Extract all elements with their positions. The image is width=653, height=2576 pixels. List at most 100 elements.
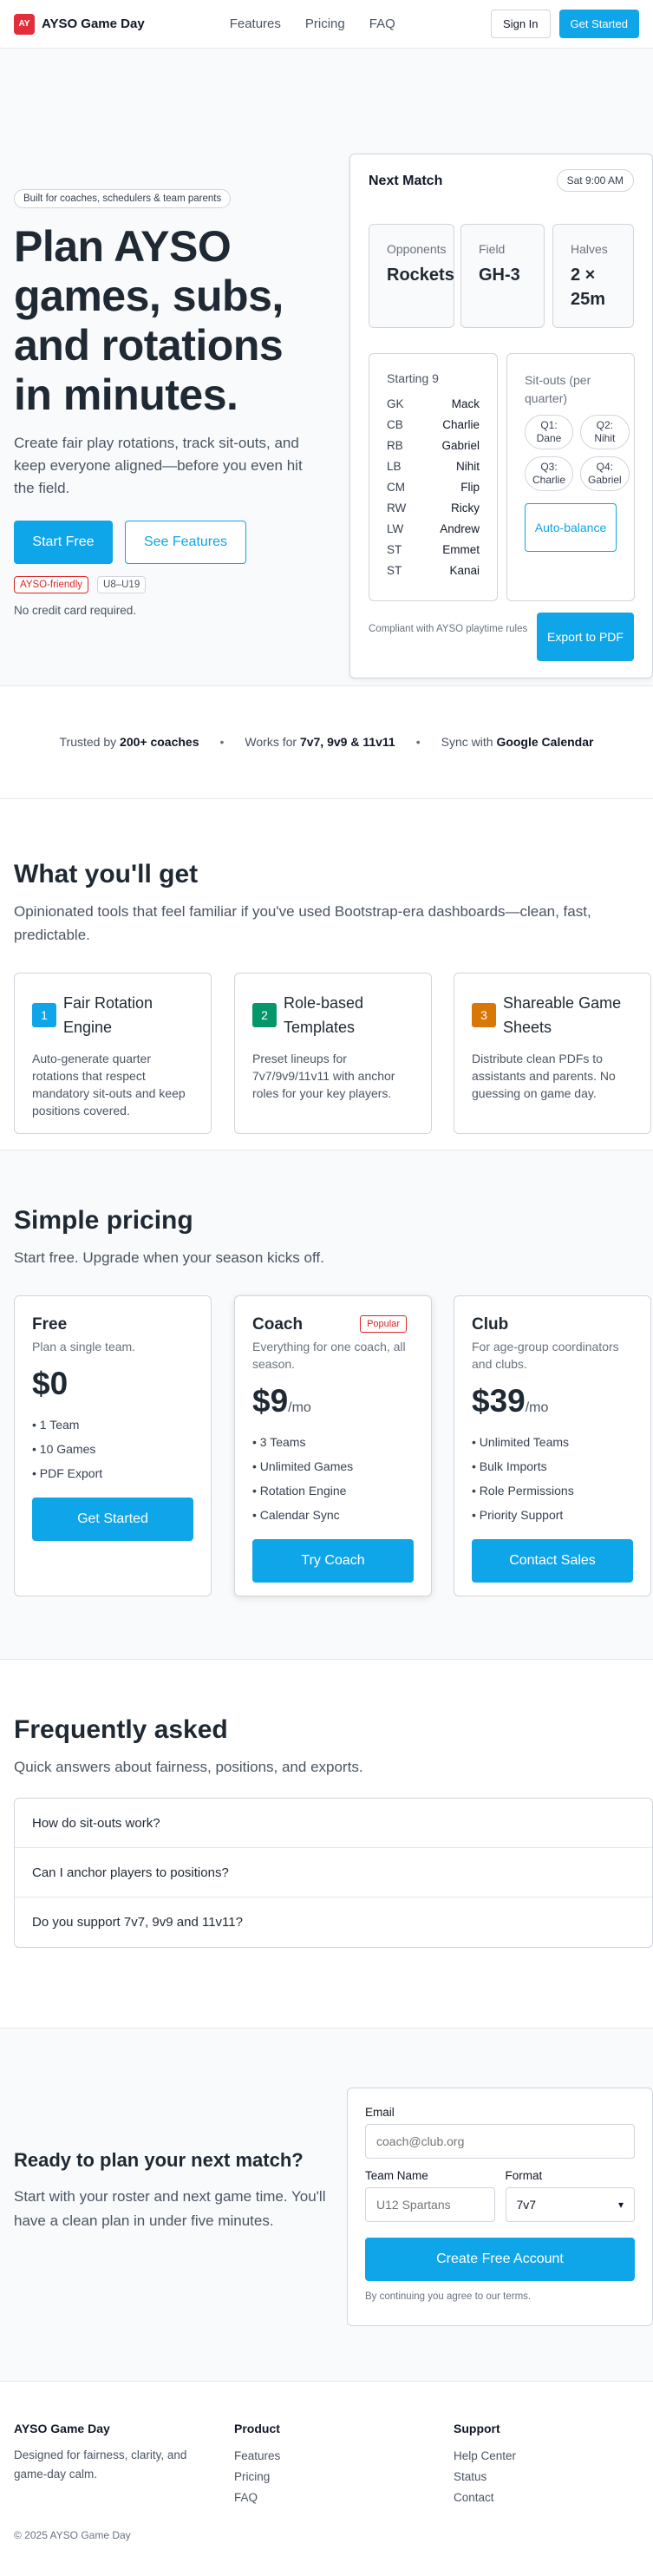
position-label: LW <box>387 522 404 535</box>
nav-link-faq[interactable]: FAQ <box>369 16 395 31</box>
terms-note: By continuing you agree to our terms. <box>365 2291 532 2302</box>
footer-link-status[interactable]: Status <box>454 2467 651 2488</box>
logo-mark-icon: AY <box>14 13 35 35</box>
plan-feature-text: Bulk Imports <box>479 1459 547 1473</box>
stat-label: Field <box>479 242 506 256</box>
auto-balance-button[interactable]: Auto-balance <box>525 503 617 552</box>
email-field[interactable] <box>365 2124 635 2159</box>
plan-description: For age-group coordinators and clubs. <box>472 1340 619 1371</box>
contact-sales-button[interactable]: Contact Sales <box>472 1539 633 1583</box>
plan-name: Club <box>472 1315 509 1334</box>
trust-formats-prefix: Works for <box>245 734 300 749</box>
plan-feature-text: Priority Support <box>479 1508 564 1522</box>
trust-calendar-value: Google Calendar <box>496 734 594 749</box>
hero-buttons: Start Free See Features <box>14 521 326 564</box>
nav-actions: Sign In Get Started <box>491 10 639 38</box>
plan-get-started-button[interactable]: Get Started <box>32 1498 193 1541</box>
faq-section: Frequently asked Quick answers about fai… <box>0 1660 653 2029</box>
feature-card-templates: 2 Role-based Templates Preset lineups fo… <box>234 973 432 1134</box>
footer-support-column: Support Help Center Status Contact <box>454 2422 651 2508</box>
trust-coaches: Trusted by 200+ coaches <box>60 735 199 749</box>
feature-description: Preset lineups for 7v7/9v9/11v11 with an… <box>252 1052 395 1100</box>
sign-in-button[interactable]: Sign In <box>491 10 551 38</box>
plan-features: • Unlimited Teams • Bulk Imports • Role … <box>472 1430 633 1527</box>
footer-brand-column: AYSO Game Day Designed for fairness, cla… <box>14 2422 212 2484</box>
faq-item-anchor-players[interactable]: Can I anchor players to positions? <box>15 1848 652 1898</box>
player-name: Kanai <box>449 564 480 577</box>
position-label: CM <box>387 481 405 494</box>
pricing-subtitle: Start free. Upgrade when your season kic… <box>14 1249 324 1266</box>
hero-title: Plan AYSO games, subs, and rotations in … <box>14 222 284 419</box>
faq-item-sit-outs[interactable]: How do sit-outs work? <box>15 1799 652 1848</box>
signup-subtitle: Start with your roster and next game tim… <box>14 2188 326 2229</box>
get-started-button[interactable]: Get Started <box>558 10 639 38</box>
plan-feature-text: PDF Export <box>39 1466 103 1480</box>
faq-accordion: How do sit-outs work? Can I anchor playe… <box>14 1798 653 1948</box>
player-name: Charlie <box>442 418 480 431</box>
export-pdf-button[interactable]: Export to PDF <box>537 613 634 661</box>
feature-header: 3 Shareable Game Sheets <box>472 991 633 1039</box>
feature-description: Distribute clean PDFs to assistants and … <box>472 1052 616 1100</box>
plan-feature-text: 1 Team <box>39 1418 80 1432</box>
plan-feature-text: 3 Teams <box>259 1435 306 1449</box>
lineup-row: LB Nihit <box>387 456 480 477</box>
feature-card-rotation: 1 Fair Rotation Engine Auto-generate qua… <box>14 973 212 1134</box>
player-name: Ricky <box>451 501 480 515</box>
plan-feature-text: Rotation Engine <box>259 1484 347 1498</box>
plan-feature: • Bulk Imports <box>472 1459 547 1473</box>
lineup-row: CB Charlie <box>387 415 480 436</box>
plan-feature-text: 10 Games <box>39 1442 96 1456</box>
footer-link-help-center[interactable]: Help Center <box>454 2446 651 2467</box>
format-selected-value: 7v7 <box>516 2198 537 2212</box>
start-free-button[interactable]: Start Free <box>14 521 113 564</box>
stat-value: Rockets <box>387 265 454 285</box>
plan-card-club: Club For age-group coordinators and club… <box>454 1295 651 1596</box>
try-coach-button[interactable]: Try Coach <box>252 1539 414 1583</box>
stat-value: GH-3 <box>479 265 520 285</box>
brand-name: AYSO Game Day <box>42 16 145 31</box>
plan-feature: • 10 Games <box>32 1442 96 1456</box>
footer-link-features[interactable]: Features <box>234 2446 432 2467</box>
brand-logo[interactable]: AY AYSO Game Day <box>14 13 145 35</box>
signup-form: Email Team Name Format 7v7 ▾ Create Free… <box>347 2088 653 2326</box>
trust-calendar-prefix: Sync with <box>441 734 497 749</box>
plan-price: $9/mo <box>252 1383 414 1419</box>
position-label: ST <box>387 564 402 577</box>
lineup-row: ST Kanai <box>387 560 480 581</box>
plan-feature: • Role Permissions <box>472 1484 574 1498</box>
footer-link-contact[interactable]: Contact <box>454 2488 651 2508</box>
lineup-row: CM Flip <box>387 477 480 498</box>
stat-label: Opponents <box>387 242 447 256</box>
feature-number-icon: 3 <box>472 1003 496 1027</box>
footer-link-pricing[interactable]: Pricing <box>234 2467 432 2488</box>
plan-price: $0 <box>32 1366 193 1402</box>
features-subtitle: Opinionated tools that feel familiar if … <box>14 903 591 943</box>
format-select[interactable]: 7v7 ▾ <box>505 2187 635 2222</box>
copyright: © 2025 AYSO Game Day <box>14 2529 131 2541</box>
no-credit-card-note: No credit card required. <box>14 604 137 617</box>
footer-link-faq[interactable]: FAQ <box>234 2488 432 2508</box>
sit-out-chip: Q3: Charlie <box>525 456 574 491</box>
player-name: Gabriel <box>441 439 480 452</box>
sit-out-chip: Q2: Nihit <box>580 415 630 449</box>
see-features-button[interactable]: See Features <box>125 521 246 564</box>
feature-header: 2 Role-based Templates <box>252 991 414 1039</box>
trust-coaches-value: 200+ coaches <box>120 734 199 749</box>
nav-link-features[interactable]: Features <box>230 16 281 31</box>
nav-link-pricing[interactable]: Pricing <box>305 16 345 31</box>
form-row: Team Name Format 7v7 ▾ <box>365 2169 635 2222</box>
plan-price-amount: $39 <box>472 1383 526 1419</box>
player-name: Mack <box>451 397 480 410</box>
hero-copy: Built for coaches, schedulers & team par… <box>14 189 326 617</box>
lineup-row: RW Ricky <box>387 498 480 519</box>
match-card-heading: Next Match <box>369 174 443 188</box>
site-footer: AYSO Game Day Designed for fairness, cla… <box>0 2382 653 2576</box>
plan-price: $39/mo <box>472 1383 633 1419</box>
create-account-button[interactable]: Create Free Account <box>365 2238 635 2281</box>
feature-title: Role-based Templates <box>284 994 364 1036</box>
team-name-field[interactable] <box>365 2187 495 2222</box>
faq-item-formats[interactable]: Do you support 7v7, 9v9 and 11v11? <box>15 1898 652 1947</box>
player-name: Andrew <box>440 522 480 535</box>
feature-header: 1 Fair Rotation Engine <box>32 991 193 1039</box>
footer-support-title: Support <box>454 2422 500 2435</box>
